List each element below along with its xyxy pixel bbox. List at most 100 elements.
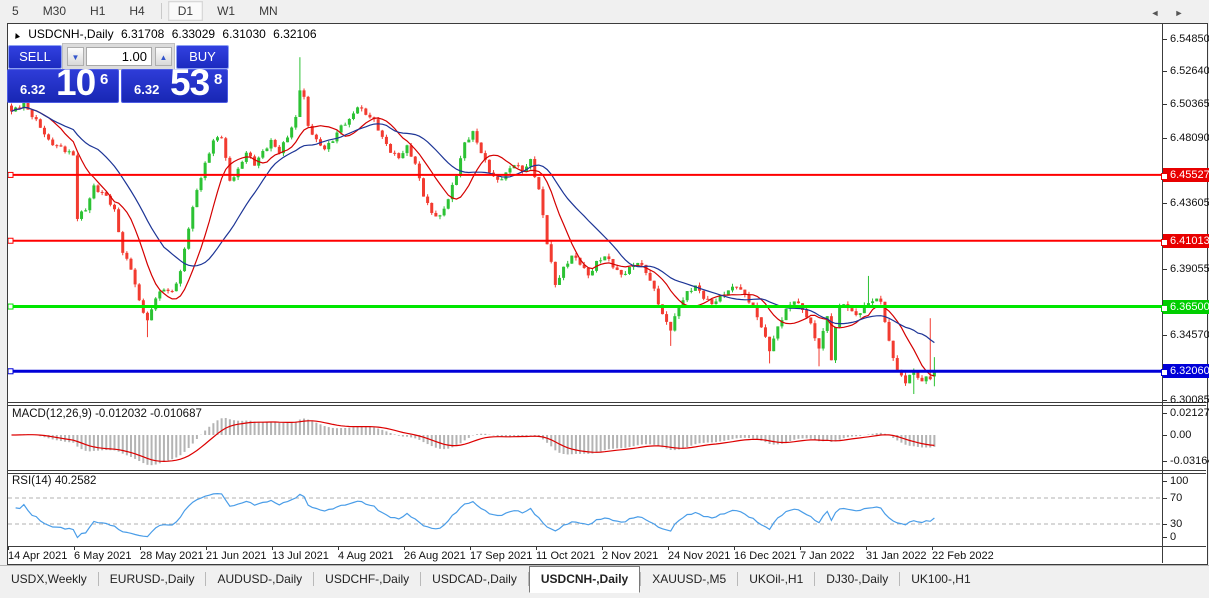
timeframe-h4[interactable]: H4 xyxy=(119,1,154,21)
price-line-handle[interactable] xyxy=(1161,239,1168,246)
tab-uk100-h1[interactable]: UK100-,H1 xyxy=(900,566,981,593)
price-line-label: 6.41013 xyxy=(1163,234,1209,248)
tab-scroll-left-icon[interactable]: ◄ xyxy=(1147,6,1163,20)
tab-usdcnh-daily[interactable]: USDCNH-,Daily xyxy=(529,566,640,593)
tab-audusd-daily[interactable]: AUDUSD-,Daily xyxy=(206,566,313,593)
ohlc-high: 6.33029 xyxy=(172,27,215,41)
splitter-price-macd-2 xyxy=(8,405,1206,406)
date-label: 24 Nov 2021 xyxy=(668,550,730,562)
tab-eurusd-daily[interactable]: EURUSD-,Daily xyxy=(99,566,206,593)
price-tick xyxy=(1163,335,1167,336)
ohlc-low: 6.31030 xyxy=(222,27,265,41)
price-tick xyxy=(1163,138,1167,139)
macd-layer xyxy=(12,418,935,465)
price-tick-label: 6.54850 xyxy=(1170,33,1209,45)
price-line-handle[interactable] xyxy=(1161,369,1168,376)
macd-tick xyxy=(1163,461,1167,462)
macd-tick-label: 0.021276 xyxy=(1170,407,1209,419)
rsi-tick xyxy=(1163,537,1167,538)
splitter-macd-rsi[interactable] xyxy=(8,470,1206,471)
chart-canvas[interactable] xyxy=(8,24,1162,563)
date-label: 6 May 2021 xyxy=(74,550,131,562)
splitter-price-macd[interactable] xyxy=(8,402,1206,403)
ohlc-close: 6.32106 xyxy=(273,27,316,41)
rsi-tick-label: 70 xyxy=(1170,492,1209,504)
date-label: 21 Jun 2021 xyxy=(206,550,267,562)
date-axis-separator xyxy=(8,546,1206,547)
macd-label: MACD(12,26,9) -0.012032 -0.010687 xyxy=(12,408,202,420)
price-tick-label: 6.30085 xyxy=(1170,394,1209,406)
price-tick xyxy=(1163,71,1167,72)
timeframe-mn[interactable]: MN xyxy=(249,1,288,21)
date-label: 28 May 2021 xyxy=(140,550,204,562)
splitter-macd-rsi-2 xyxy=(8,473,1206,474)
macd-tick xyxy=(1163,413,1167,414)
date-label: 4 Aug 2021 xyxy=(338,550,394,562)
timeframe-w1[interactable]: W1 xyxy=(207,1,245,21)
date-label: 2 Nov 2021 xyxy=(602,550,658,562)
tab-scroll-right-icon[interactable]: ► xyxy=(1171,6,1187,20)
macd-tick-label: -0.031644 xyxy=(1170,455,1209,467)
rsi-tick-label: 100 xyxy=(1170,475,1209,487)
date-label: 16 Dec 2021 xyxy=(734,550,796,562)
chart-tab-bar: USDX,WeeklyEURUSD-,DailyAUDUSD-,DailyUSD… xyxy=(0,565,1209,593)
price-tick-label: 6.43605 xyxy=(1170,197,1209,209)
sell-price-panel[interactable]: 6.32 10 6 xyxy=(7,69,119,103)
price-tick xyxy=(1163,104,1167,105)
tab-xauusd-m5[interactable]: XAUUSD-,M5 xyxy=(641,566,737,593)
price-tick-label: 6.34570 xyxy=(1170,329,1209,341)
price-tick-label: 6.48090 xyxy=(1170,132,1209,144)
buy-price-panel[interactable]: 6.32 53 8 xyxy=(121,69,228,103)
tab-usdchf-daily[interactable]: USDCHF-,Daily xyxy=(314,566,420,593)
tab-usdcad-daily[interactable]: USDCAD-,Daily xyxy=(421,566,528,593)
chart-header: ▲ USDCNH-,Daily 6.31708 6.33029 6.31030 … xyxy=(12,27,321,41)
macd-tick-label: 0.00 xyxy=(1170,429,1209,441)
rsi-tick xyxy=(1163,481,1167,482)
price-tick-label: 6.50365 xyxy=(1170,98,1209,110)
price-line-handle[interactable] xyxy=(1161,173,1168,180)
tab-ukoil-h1[interactable]: UKOil-,H1 xyxy=(738,566,814,593)
price-tick xyxy=(1163,269,1167,270)
rsi-tick xyxy=(1163,498,1167,499)
rsi-tick-label: 30 xyxy=(1170,518,1209,530)
tab-usdx-weekly[interactable]: USDX,Weekly xyxy=(0,566,98,593)
rsi-tick-label: 0 xyxy=(1170,531,1209,543)
price-tick-label: 6.39055 xyxy=(1170,263,1209,275)
price-tick xyxy=(1163,39,1167,40)
macd-tick xyxy=(1163,435,1167,436)
toolbar-separator xyxy=(161,3,162,19)
date-label: 31 Jan 2022 xyxy=(866,550,927,562)
rsi-tick xyxy=(1163,524,1167,525)
chart-shift-marker-icon: ▲ xyxy=(10,29,22,42)
price-line-label: 6.32060 xyxy=(1163,364,1209,378)
timeframe-h1[interactable]: H1 xyxy=(80,1,115,21)
date-label: 26 Aug 2021 xyxy=(404,550,466,562)
ohlc-open: 6.31708 xyxy=(121,27,164,41)
timeframe-toolbar: 5M30H1H4 D1W1MN xyxy=(0,0,1209,22)
volume-input[interactable] xyxy=(86,47,152,66)
sell-price-prefix: 6.32 xyxy=(20,82,45,97)
date-label: 14 Apr 2021 xyxy=(8,550,67,562)
timeframe-d1[interactable]: D1 xyxy=(168,1,203,21)
sell-price-big: 10 xyxy=(56,62,95,104)
timeframe-m30[interactable]: M30 xyxy=(33,1,76,21)
date-label: 13 Jul 2021 xyxy=(272,550,329,562)
price-tick xyxy=(1163,400,1167,401)
price-line-handle[interactable] xyxy=(1161,305,1168,312)
sell-button[interactable]: SELL xyxy=(8,45,62,69)
rsi-label: RSI(14) 40.2582 xyxy=(12,475,96,487)
price-tick xyxy=(1163,203,1167,204)
date-label: 22 Feb 2022 xyxy=(932,550,994,562)
sell-price-superscript: 6 xyxy=(100,71,108,88)
buy-price-prefix: 6.32 xyxy=(134,82,159,97)
one-click-trading-panel: SELL ▼ ▲ BUY 6.32 10 6 6.32 53 8 xyxy=(7,43,228,103)
price-line-label: 6.45527 xyxy=(1163,168,1209,182)
trading-terminal: 5M30H1H4 D1W1MN ▲ USDCNH-,Daily 6.31708 6… xyxy=(0,0,1209,598)
timeframe-5[interactable]: 5 xyxy=(2,1,29,21)
buy-price-superscript: 8 xyxy=(214,71,222,88)
tab-dj30-daily[interactable]: DJ30-,Daily xyxy=(815,566,899,593)
rsi-layer xyxy=(8,494,1162,538)
date-label: 11 Oct 2021 xyxy=(536,550,595,562)
symbol-title: USDCNH-,Daily xyxy=(28,27,113,41)
price-tick-label: 6.52640 xyxy=(1170,65,1209,77)
